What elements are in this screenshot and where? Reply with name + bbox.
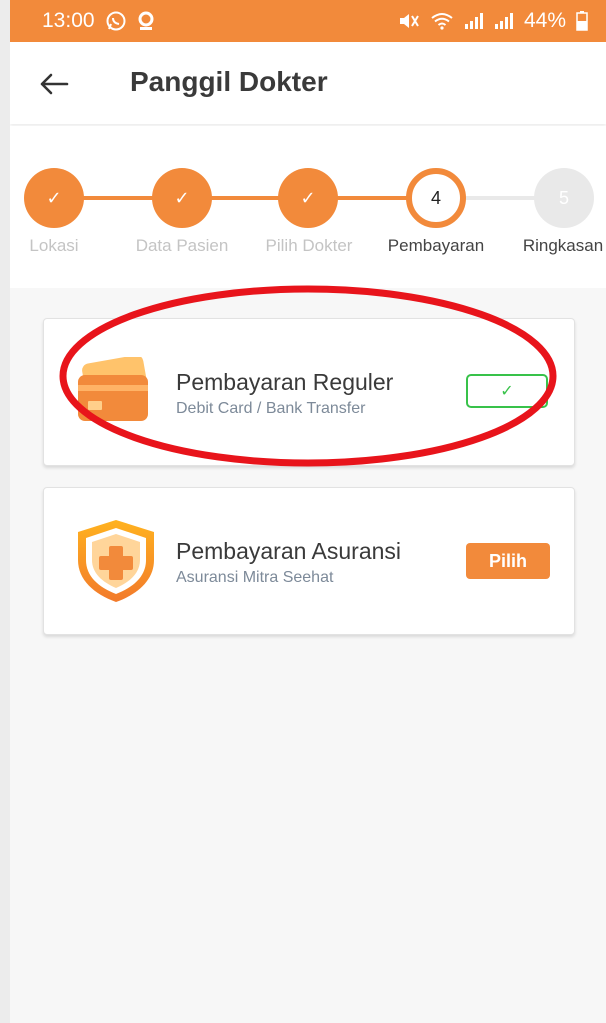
battery-level: 44% <box>523 9 566 32</box>
phone-screen: 13:00 44% Panggil Dokter ✓ ✓ ✓ 4 5 Lokas… <box>10 0 606 1023</box>
step-3-label: Pilih Dokter <box>265 236 353 255</box>
selected-check-button[interactable]: ✓ <box>466 374 548 408</box>
payment-option-title: Pembayaran Asuransi <box>176 538 402 564</box>
payment-option-title: Pembayaran Reguler <box>176 369 394 395</box>
step-4-label: Pembayaran <box>387 236 485 255</box>
app-bar: Panggil Dokter <box>10 42 606 124</box>
step-1-label: Lokasi <box>29 236 79 255</box>
wifi-icon <box>430 12 454 30</box>
status-time: 13:00 <box>42 9 95 32</box>
signal-icon-2 <box>494 12 514 30</box>
payment-option-regular[interactable]: Pembayaran Reguler Debit Card / Bank Tra… <box>43 318 575 466</box>
insurance-shield-icon <box>74 518 158 609</box>
step-3-circle[interactable]: ✓ <box>278 168 338 228</box>
credit-card-icon <box>74 355 152 430</box>
back-button[interactable] <box>36 66 72 102</box>
stepper-line-done <box>54 196 436 200</box>
step-5-label: Ringkasan <box>522 236 604 255</box>
battery-icon <box>576 11 588 31</box>
progress-stepper: ✓ ✓ ✓ 4 5 Lokasi Data Pasien Pilih Dokte… <box>10 126 606 286</box>
notification-icon <box>137 11 155 31</box>
status-bar: 13:00 44% <box>10 0 606 42</box>
payment-option-insurance[interactable]: Pembayaran Asuransi Asuransi Mitra Seeha… <box>43 487 575 635</box>
check-icon: ✓ <box>500 383 514 400</box>
payment-options-list: Pembayaran Reguler Debit Card / Bank Tra… <box>10 288 606 1023</box>
select-insurance-button[interactable]: Pilih <box>466 543 550 579</box>
mute-icon <box>398 12 420 30</box>
step-1-circle[interactable]: ✓ <box>24 168 84 228</box>
step-4-circle[interactable]: 4 <box>406 168 466 228</box>
payment-option-subtitle: Asuransi Mitra Seehat <box>176 569 334 586</box>
page-title: Panggil Dokter <box>130 66 328 97</box>
payment-option-subtitle: Debit Card / Bank Transfer <box>176 400 366 417</box>
step-2-label: Data Pasien <box>135 236 229 255</box>
arrow-left-icon <box>40 73 69 95</box>
step-5-circle[interactable]: 5 <box>534 168 594 228</box>
whatsapp-icon <box>105 10 127 32</box>
signal-icon-1 <box>464 12 484 30</box>
step-2-circle[interactable]: ✓ <box>152 168 212 228</box>
